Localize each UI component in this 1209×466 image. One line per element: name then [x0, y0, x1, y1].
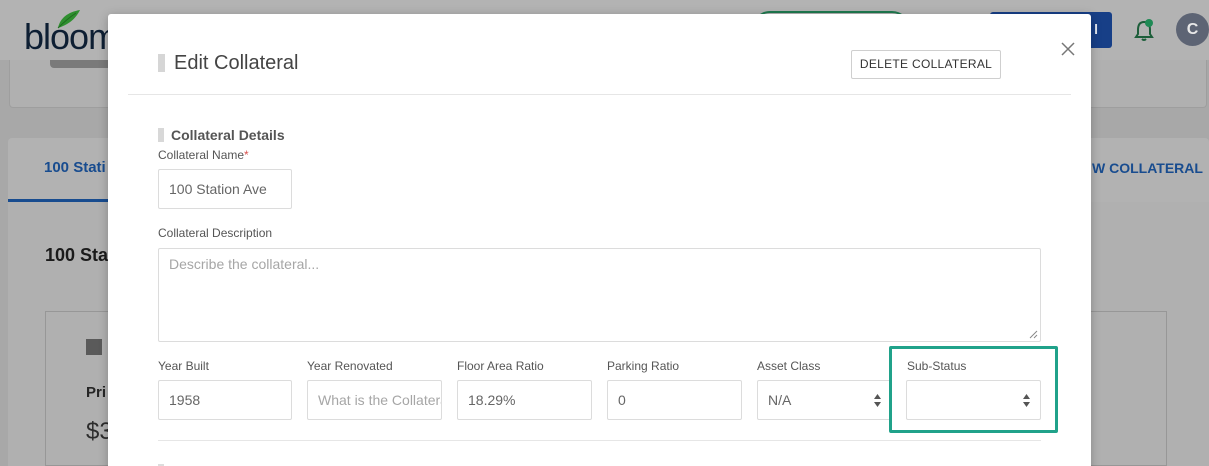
floor-area-ratio-input[interactable]: 18.29%	[457, 380, 592, 420]
parking-ratio-input[interactable]: 0	[607, 380, 742, 420]
section-accent-bar	[158, 128, 164, 142]
asset-class-value: N/A	[768, 392, 792, 408]
select-arrows-icon	[874, 394, 881, 407]
collateral-description-textarea[interactable]: Describe the collateral...	[158, 248, 1041, 342]
user-avatar[interactable]: C	[1176, 13, 1209, 46]
modal-title: Edit Collateral	[174, 52, 299, 74]
scroll-indicator	[50, 60, 112, 68]
asset-class-select[interactable]: N/A	[757, 380, 892, 420]
section-divider	[158, 440, 1041, 441]
resize-grip-icon[interactable]	[1029, 330, 1038, 339]
description-placeholder: Describe the collateral...	[169, 256, 320, 272]
sub-status-select[interactable]	[906, 380, 1041, 420]
close-icon[interactable]	[1060, 41, 1076, 57]
section-title: Collateral Details	[171, 127, 285, 143]
collateral-name-input[interactable]: 100 Station Ave	[158, 169, 292, 209]
edit-collateral-modal: Edit Collateral DELETE COLLATERAL Collat…	[108, 14, 1091, 466]
header-divider	[128, 94, 1071, 95]
collateral-description-label: Collateral Description	[158, 226, 273, 240]
floor-area-ratio-label: Floor Area Ratio	[457, 359, 544, 373]
delete-collateral-button[interactable]: DELETE COLLATERAL	[851, 50, 1001, 79]
year-renovated-label: Year Renovated	[307, 359, 393, 373]
collateral-name-label: Collateral Name*	[158, 148, 249, 162]
year-renovated-input[interactable]: What is the Collateral	[307, 380, 442, 420]
title-accent-bar	[158, 54, 165, 72]
select-arrows-icon	[1023, 394, 1030, 407]
panel-title: 100 Sta	[45, 245, 109, 265]
tab-active-label[interactable]: 100 Stati	[44, 159, 106, 176]
parking-ratio-label: Parking Ratio	[607, 359, 680, 373]
year-built-input[interactable]: 1958	[158, 380, 292, 420]
asset-class-label: Asset Class	[757, 359, 821, 373]
sub-status-label: Sub-Status	[907, 359, 967, 373]
card-label: Pri	[86, 384, 107, 401]
leaf-icon	[57, 10, 80, 29]
bell-icon[interactable]	[1133, 18, 1155, 42]
card-square-icon	[86, 339, 102, 355]
new-collateral-button[interactable]: W COLLATERAL	[1092, 160, 1203, 176]
required-mark: *	[244, 148, 249, 162]
year-built-label: Year Built	[158, 359, 209, 373]
